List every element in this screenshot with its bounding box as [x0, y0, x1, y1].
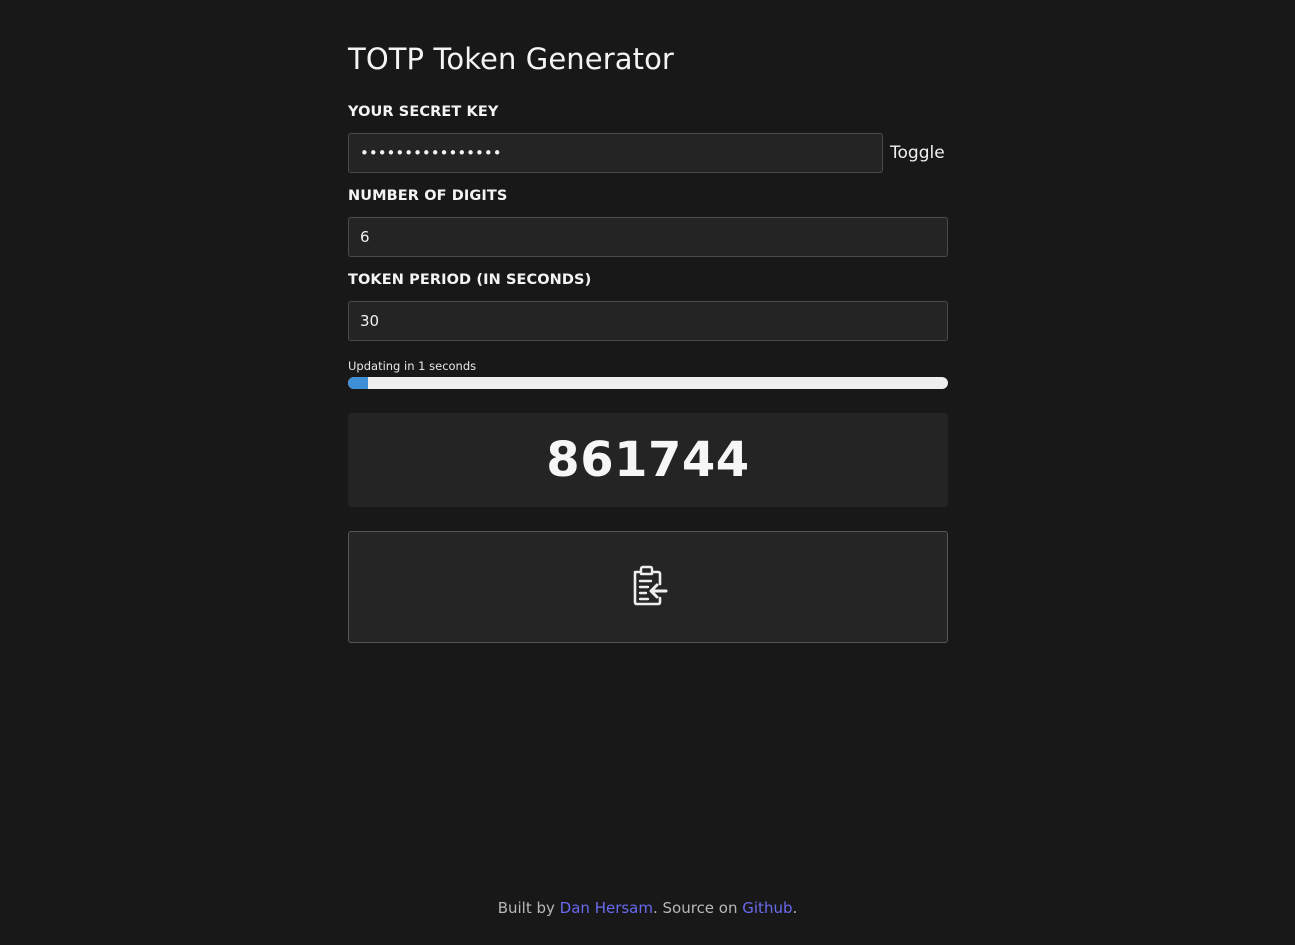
countdown-text: Updating in 1 seconds [348, 359, 477, 373]
countdown-progress-fill [348, 377, 368, 389]
countdown-progress-bar [348, 377, 948, 389]
period-input[interactable] [348, 301, 948, 341]
digits-input[interactable] [348, 217, 948, 257]
secret-key-label: YOUR SECRET KEY [348, 104, 499, 120]
token-display: 861744 [348, 413, 948, 507]
author-link[interactable]: Dan Hersam [560, 899, 653, 917]
footer-prefix: Built by [497, 899, 560, 917]
toggle-secret-visibility-button[interactable]: Toggle [890, 143, 945, 163]
token-value: 861744 [546, 432, 750, 488]
footer-suffix: . [792, 899, 798, 917]
digits-label: NUMBER OF DIGITS [348, 188, 508, 204]
secret-key-input[interactable] [348, 133, 883, 173]
github-link[interactable]: Github [742, 899, 792, 917]
period-label: TOKEN PERIOD (IN SECONDS) [348, 272, 592, 288]
page-title: TOTP Token Generator [348, 42, 674, 76]
copy-token-button[interactable] [348, 531, 948, 643]
footer-middle: . Source on [652, 899, 743, 917]
clipboard-paste-icon [628, 565, 668, 610]
footer: Built by Dan Hersam. Source on Github. [0, 899, 1295, 917]
page: TOTP Token Generator YOUR SECRET KEY Tog… [0, 0, 1295, 945]
